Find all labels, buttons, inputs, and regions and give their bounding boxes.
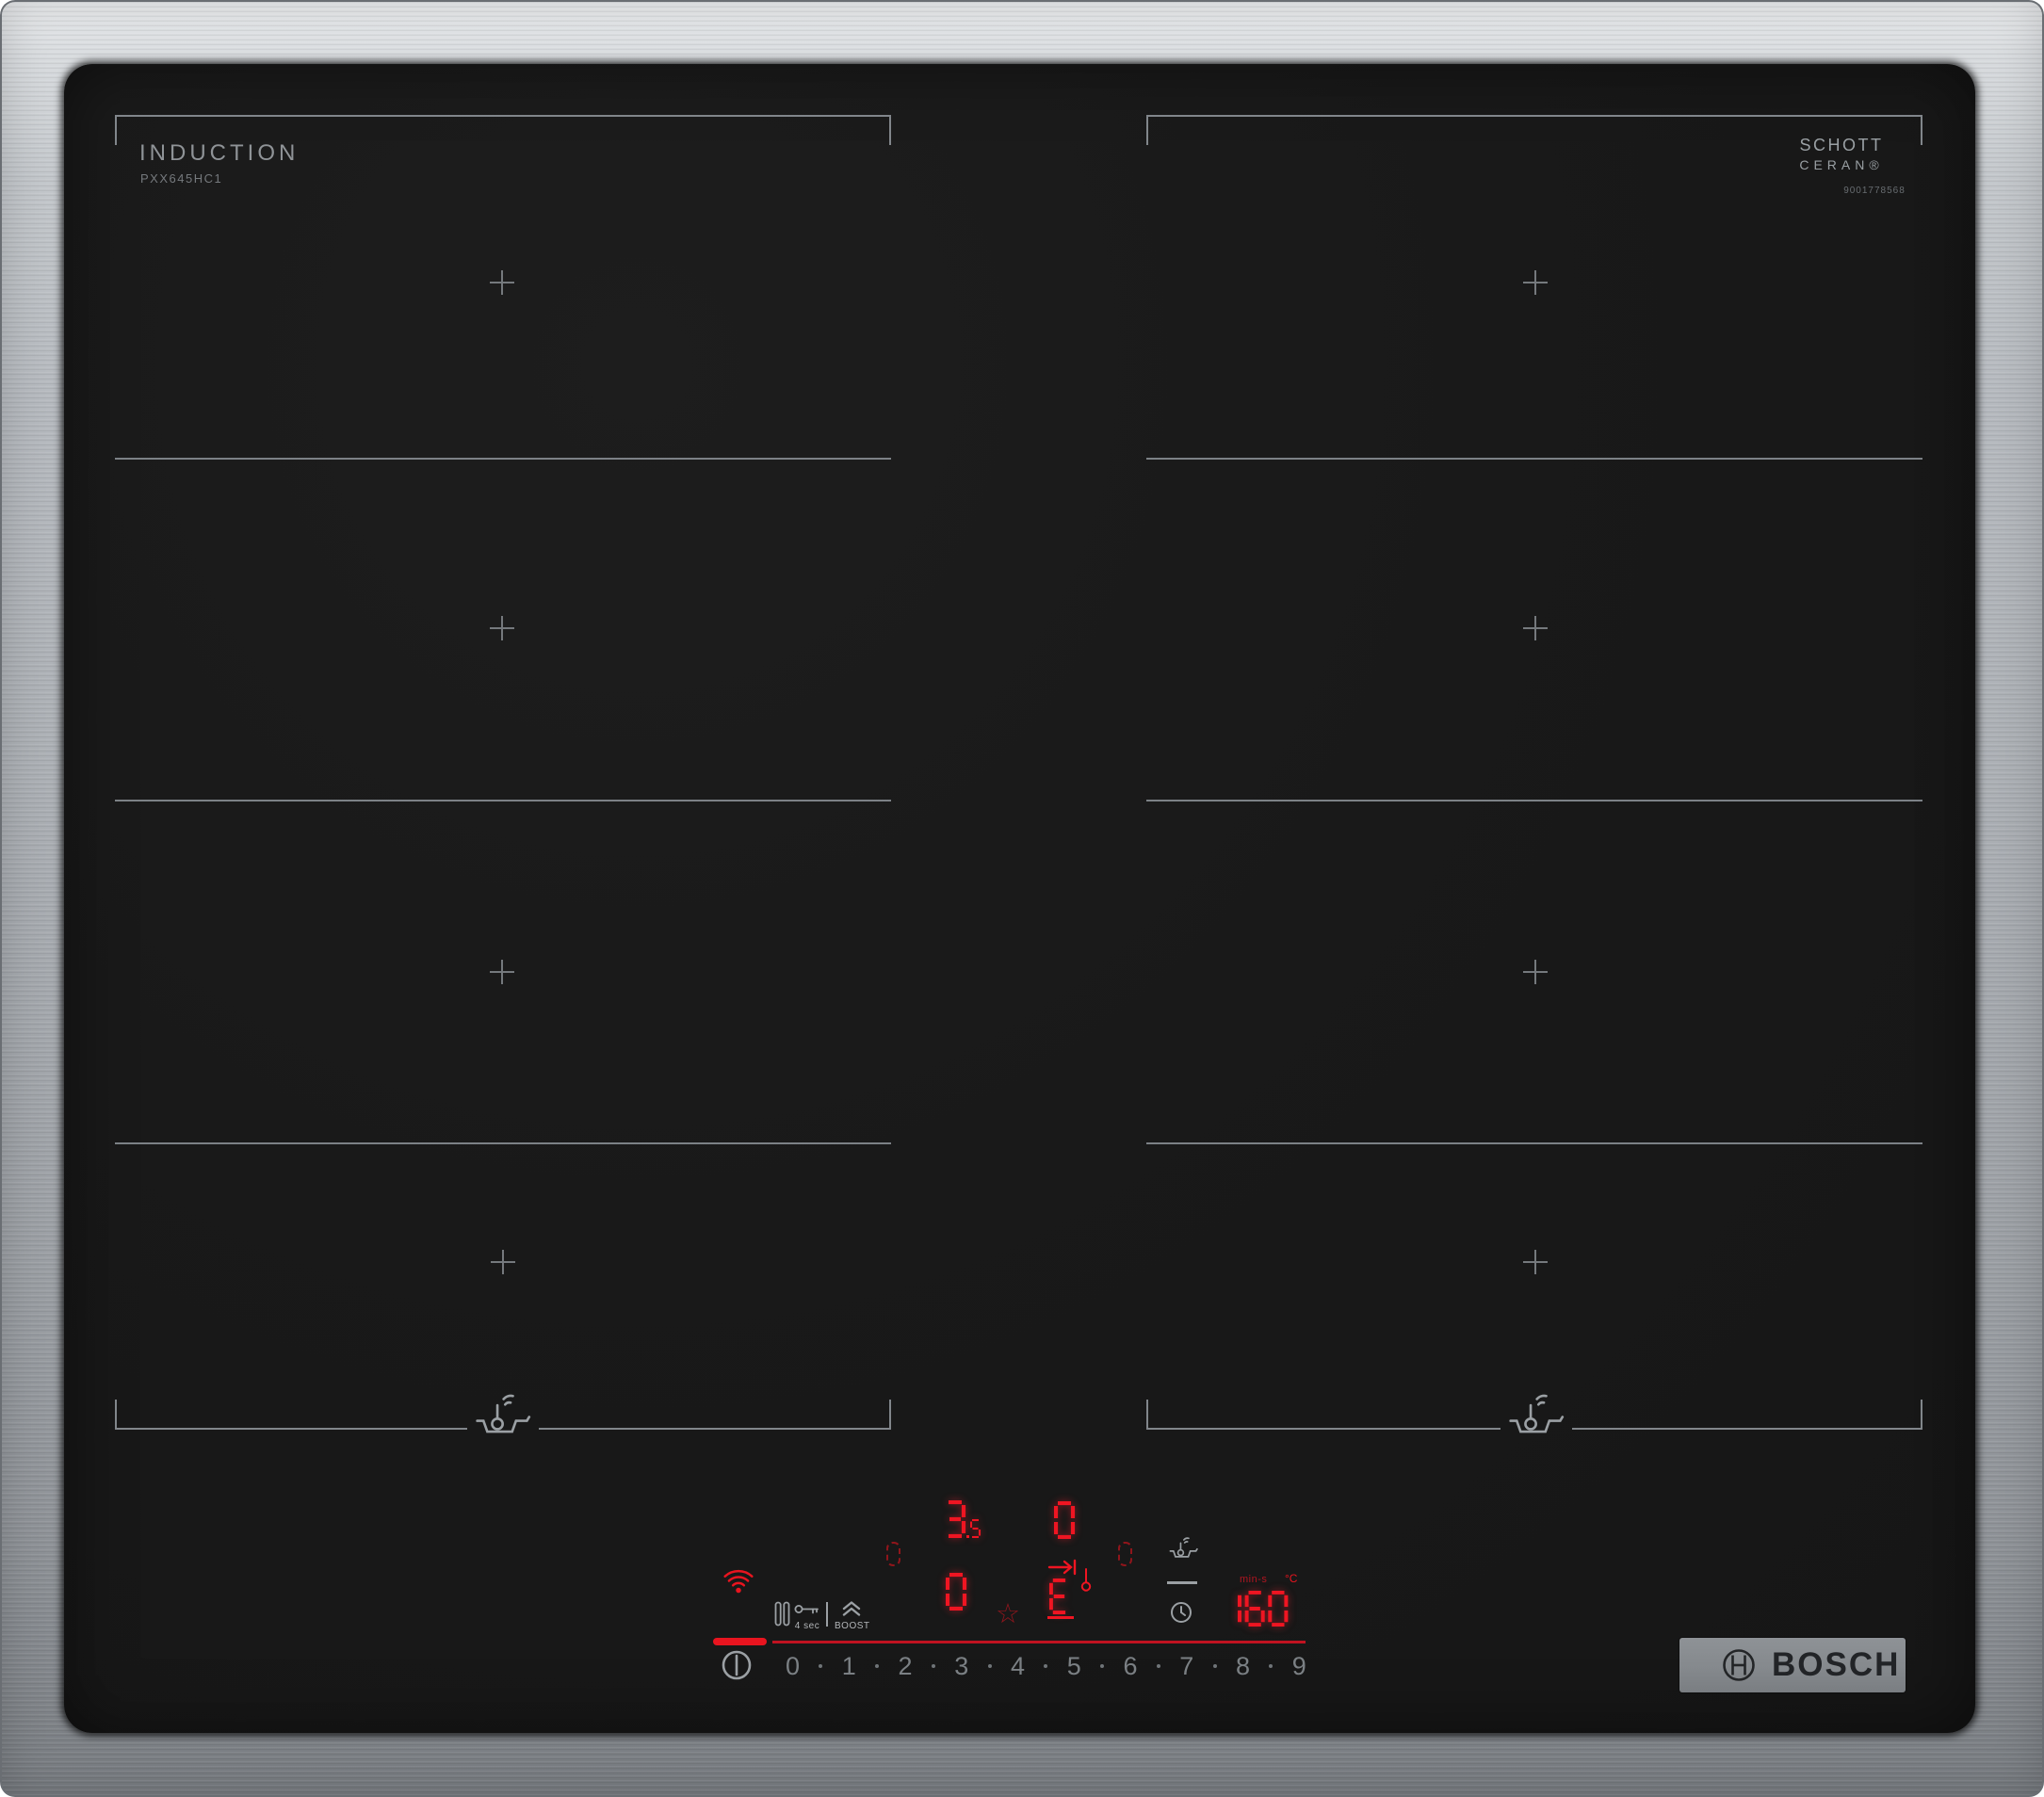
zone-right-top-bracket xyxy=(1146,115,1922,145)
zone-left-top-bracket xyxy=(115,115,891,145)
pause-icon[interactable] xyxy=(774,1601,790,1631)
zone-left-divider-3 xyxy=(115,1142,891,1144)
plus-v-bar xyxy=(1534,616,1536,640)
move-pan-indicator xyxy=(1046,1554,1100,1622)
move-pan-char xyxy=(1048,1578,1073,1619)
star-icon: ☆ xyxy=(996,1599,1020,1629)
wifi-icon xyxy=(722,1567,755,1600)
key-hold-label: 4 sec xyxy=(794,1621,820,1631)
boost-button[interactable]: BOOST xyxy=(835,1601,870,1631)
bosch-emblem-icon xyxy=(1723,1649,1755,1681)
zone-left-bottom-bracket-right xyxy=(539,1400,891,1430)
plus-v-bar xyxy=(501,270,503,295)
bosch-induction-cooktop: INDUCTION PXX645HC1 SCHOTT CERAN® 900177… xyxy=(0,0,2044,1797)
boost-chevrons-icon xyxy=(842,1601,861,1616)
sensor-level-dash xyxy=(1167,1581,1197,1584)
zone-right-divider-3 xyxy=(1146,1142,1922,1144)
plus-mark xyxy=(1523,270,1548,295)
plus-v-bar xyxy=(501,616,503,640)
scale-dot xyxy=(1269,1664,1273,1668)
temp-unit-label: °C xyxy=(1285,1572,1298,1585)
decimal-dot xyxy=(966,1535,969,1538)
zone-left-divider-1 xyxy=(115,458,891,460)
zone-level-display xyxy=(1053,1500,1079,1544)
bosch-logo-text: BOSCH xyxy=(1772,1646,1901,1683)
plus-v-bar xyxy=(1534,270,1536,295)
slider-head[interactable] xyxy=(713,1638,767,1645)
stainless-steel-frame: INDUCTION PXX645HC1 SCHOTT CERAN® 900177… xyxy=(0,0,2044,1797)
digit-key-8[interactable]: 8 xyxy=(1236,1652,1250,1681)
scale-dot xyxy=(987,1664,992,1668)
plus-mark xyxy=(1523,1250,1548,1274)
plus-mark xyxy=(491,1250,515,1274)
plus-mark xyxy=(490,616,514,640)
zone-right-bottom-bracket-right xyxy=(1572,1400,1922,1430)
zone-left-divider-2 xyxy=(115,800,891,801)
move-pan-arrow-icon xyxy=(1047,1559,1077,1576)
pan-sensor-icon xyxy=(1504,1388,1566,1441)
plus-v-bar xyxy=(502,1250,504,1274)
plus-mark xyxy=(1523,616,1548,640)
digit-key-7[interactable]: 7 xyxy=(1179,1652,1193,1681)
digit-key-3[interactable]: 3 xyxy=(954,1652,968,1681)
power-button[interactable] xyxy=(721,1649,753,1686)
move-pan-underline xyxy=(1047,1616,1074,1619)
scale-dot xyxy=(875,1664,880,1668)
digit-key-9[interactable]: 9 xyxy=(1292,1652,1306,1681)
flex-zone-left xyxy=(115,115,891,1433)
zone-level-display xyxy=(945,1572,970,1615)
digit-key-4[interactable]: 4 xyxy=(1011,1652,1025,1681)
flex-zone-dashes-icon xyxy=(1118,1542,1132,1566)
digit-key-1[interactable]: 1 xyxy=(842,1652,856,1681)
boost-label: BOOST xyxy=(835,1621,870,1631)
slider-track[interactable] xyxy=(772,1641,1306,1643)
scale-dot xyxy=(1212,1664,1217,1668)
plus-mark xyxy=(490,270,514,295)
plus-v-bar xyxy=(1534,960,1536,984)
scale-dot xyxy=(819,1664,823,1668)
digit-key-2[interactable]: 2 xyxy=(899,1652,913,1681)
scale-dot xyxy=(1044,1664,1048,1668)
flex-zone-dashes-icon xyxy=(886,1542,900,1566)
plus-mark xyxy=(1523,960,1548,984)
zone-right-divider-2 xyxy=(1146,800,1922,801)
scale-dot xyxy=(931,1664,935,1668)
key-lock-icon xyxy=(794,1605,819,1614)
plus-v-bar xyxy=(1534,1250,1536,1274)
zone-level-sub-display xyxy=(969,1518,982,1543)
zone-right-divider-1 xyxy=(1146,458,1922,460)
bosch-badge: BOSCH xyxy=(1679,1638,1906,1692)
key-lock-button[interactable]: 4 sec xyxy=(793,1602,821,1631)
scale-dot xyxy=(1156,1664,1160,1668)
timer-display xyxy=(1222,1590,1291,1631)
power-icon xyxy=(722,1650,752,1680)
zone-left-bottom-bracket-left xyxy=(115,1400,467,1430)
flex-zone-right xyxy=(1146,115,1922,1433)
thermometer-icon xyxy=(1080,1568,1092,1592)
clock-timer-icon xyxy=(1171,1602,1192,1623)
plus-v-bar xyxy=(501,960,503,984)
plus-mark xyxy=(490,960,514,984)
digit-key-0[interactable]: 0 xyxy=(786,1652,800,1681)
scale-dot xyxy=(1100,1664,1105,1668)
pan-sensor-small-icon xyxy=(1167,1534,1199,1566)
zone-right-bottom-bracket-left xyxy=(1146,1400,1501,1430)
timer-unit-label: min-s xyxy=(1240,1574,1268,1585)
clock-timer-button[interactable] xyxy=(1170,1601,1192,1628)
pan-sensor-icon xyxy=(471,1388,533,1441)
digit-key-6[interactable]: 6 xyxy=(1124,1652,1138,1681)
power-level-scale[interactable]: 0 1 2 3 4 5 6 7 8 9 xyxy=(786,1651,1306,1681)
digit-key-5[interactable]: 5 xyxy=(1067,1652,1081,1681)
control-divider xyxy=(826,1602,828,1627)
